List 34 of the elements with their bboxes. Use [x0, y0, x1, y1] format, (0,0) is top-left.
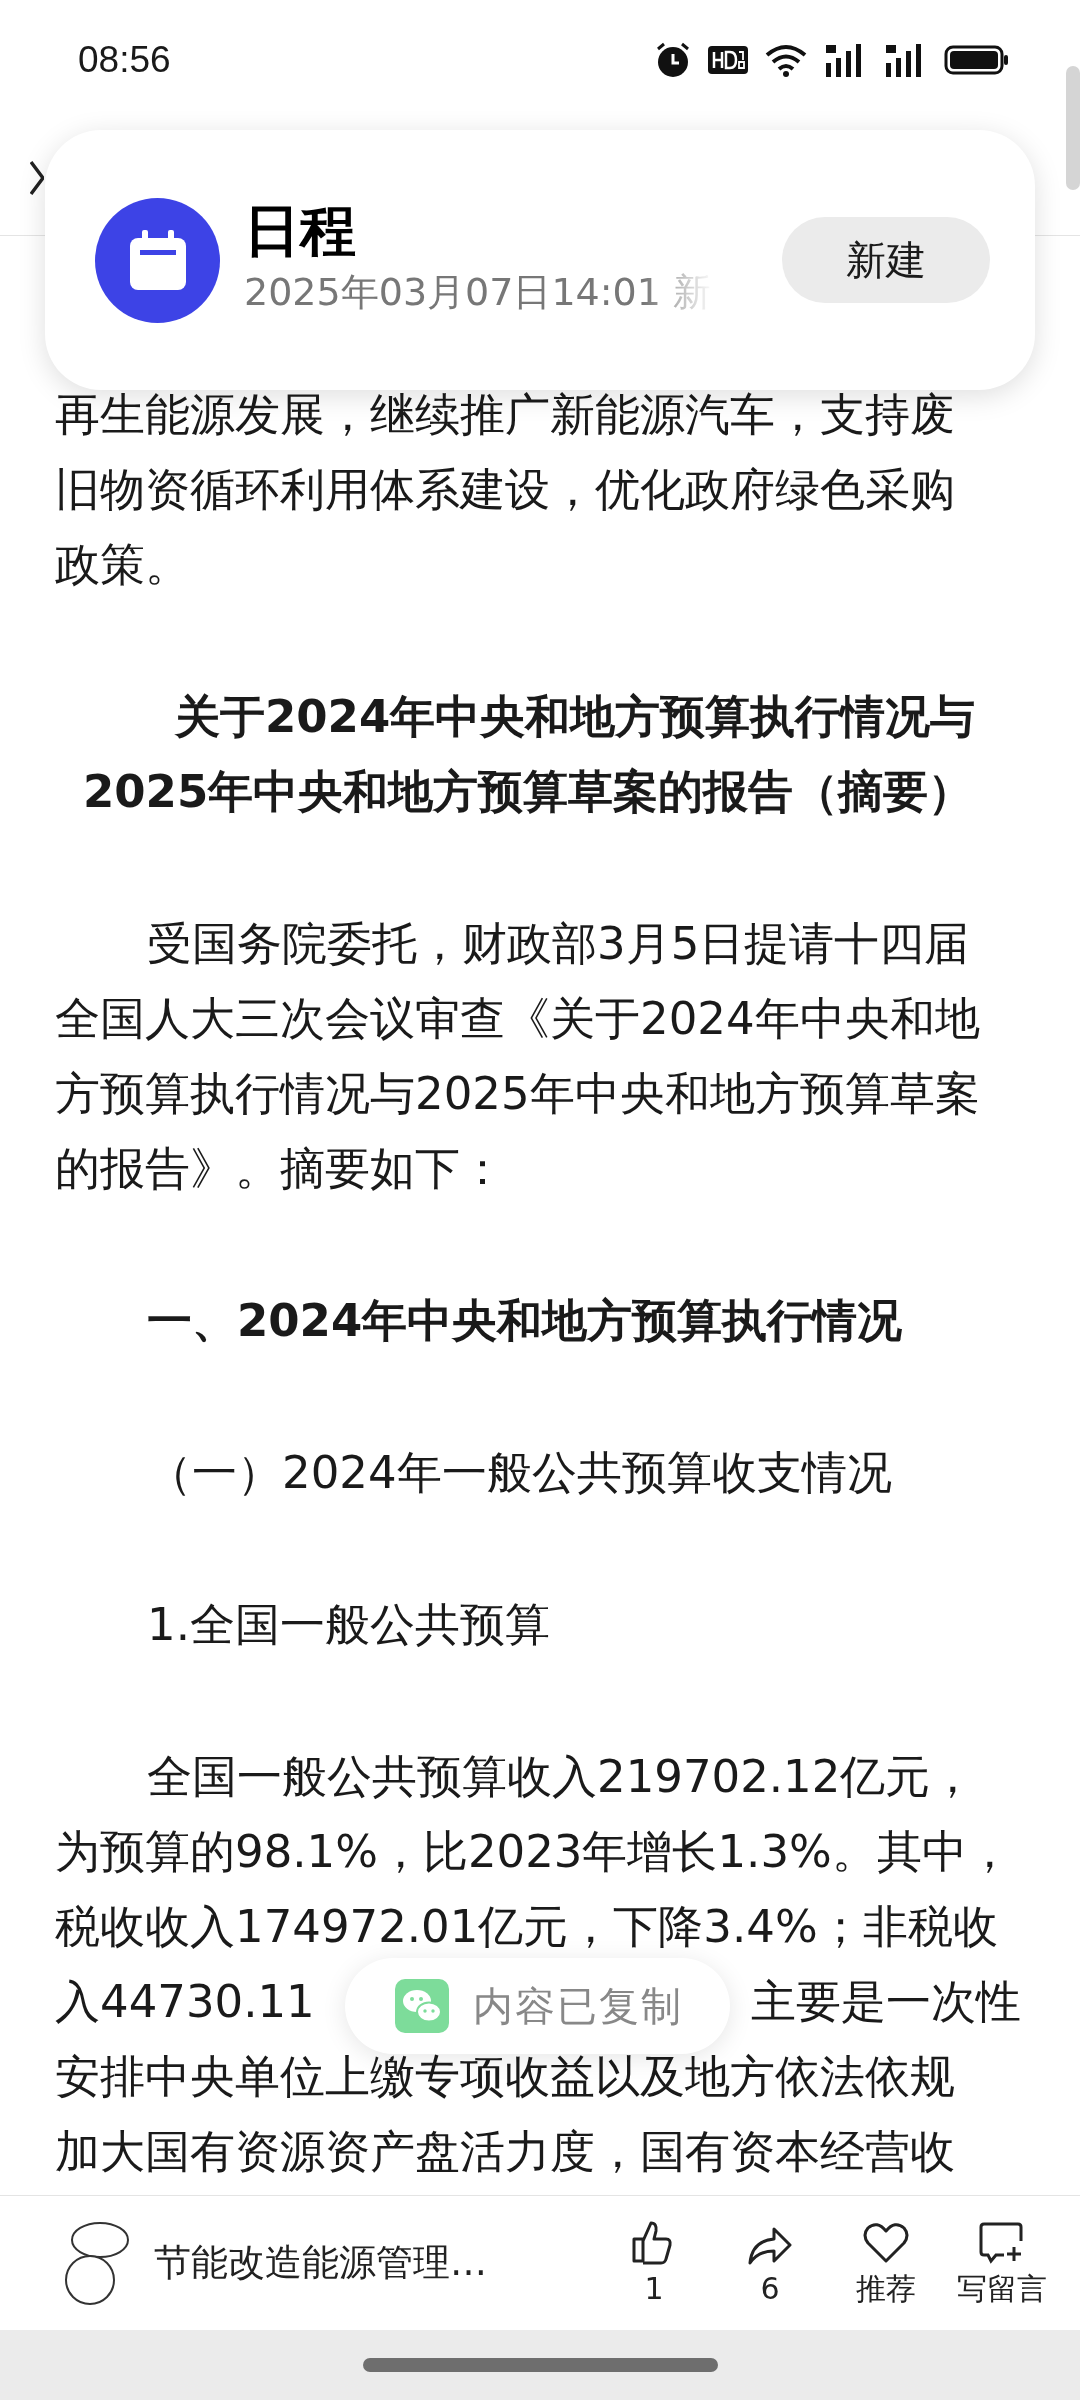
section-heading: 1.全国一般公共预算 [146, 1597, 551, 1653]
text-line: 受国务院委托，财政部3月5日提请十四届 [147, 916, 970, 972]
section-heading: 一、2024年中央和地方预算执行情况 [146, 1293, 904, 1349]
notification-subtitle: 2025年03月07日14:01 新 [244, 268, 712, 316]
text-line: 再生能源发展，继续推广新能源汽车，支持废 [55, 387, 955, 443]
hd-icon [708, 44, 748, 76]
text-line: 旧物资循环利用体系建设，优化政府绿色采购 [55, 462, 955, 518]
alarm-icon [654, 41, 692, 79]
text-line: 全国人大三次会议审查《关于2024年中央和地 [55, 991, 980, 1047]
notification-title: 日程 [244, 199, 357, 264]
toast-text: 内容已复制 [473, 1982, 683, 2031]
text-line: 入44730.11 [55, 1974, 315, 2030]
section-heading: （一）2024年一般公共预算收支情况 [146, 1445, 893, 1501]
share-button[interactable]: 6 [712, 2219, 828, 2307]
text-line: 主要是一次性 [751, 1974, 1021, 2030]
status-time: 08:56 [78, 38, 171, 83]
new-button[interactable]: 新建 [782, 217, 990, 303]
text-line: 政策。 [55, 537, 190, 593]
text-line: 加大国有资源资产盘活力度，国有资本经营收 [55, 2124, 955, 2180]
text-line: 的报告》。摘要如下： [55, 1141, 505, 1197]
comment-button[interactable]: 写留言 [944, 2219, 1060, 2307]
chat-bubbles-icon [395, 1979, 449, 2033]
recommend-button[interactable]: 推荐 [828, 2219, 944, 2307]
battery-icon [944, 44, 1010, 76]
article-title: 关于2024年中央和地方预算执行情况与 2025年中央和地方预算草案的报告（摘要） [82, 689, 977, 820]
text-line: 方预算执行情况与2025年中央和地方预算草案 [55, 1066, 980, 1122]
text-line: 为预算的98.1%，比2023年增长1.3%。其中， [55, 1824, 1012, 1880]
text-line: 全国一般公共预算收入219702.12亿元， [147, 1749, 976, 1805]
chevron-icon [30, 159, 44, 196]
like-button[interactable]: 1 [596, 2219, 712, 2307]
text-line: 税收收入174972.01亿元，下降3.4%；非税收 [55, 1899, 998, 1955]
author-name[interactable]: 节能改造能源管理… [154, 2235, 487, 2291]
text-line: 安排中央单位上缴专项收益以及地方依法依规 [55, 2049, 955, 2105]
wifi-icon [764, 43, 808, 77]
